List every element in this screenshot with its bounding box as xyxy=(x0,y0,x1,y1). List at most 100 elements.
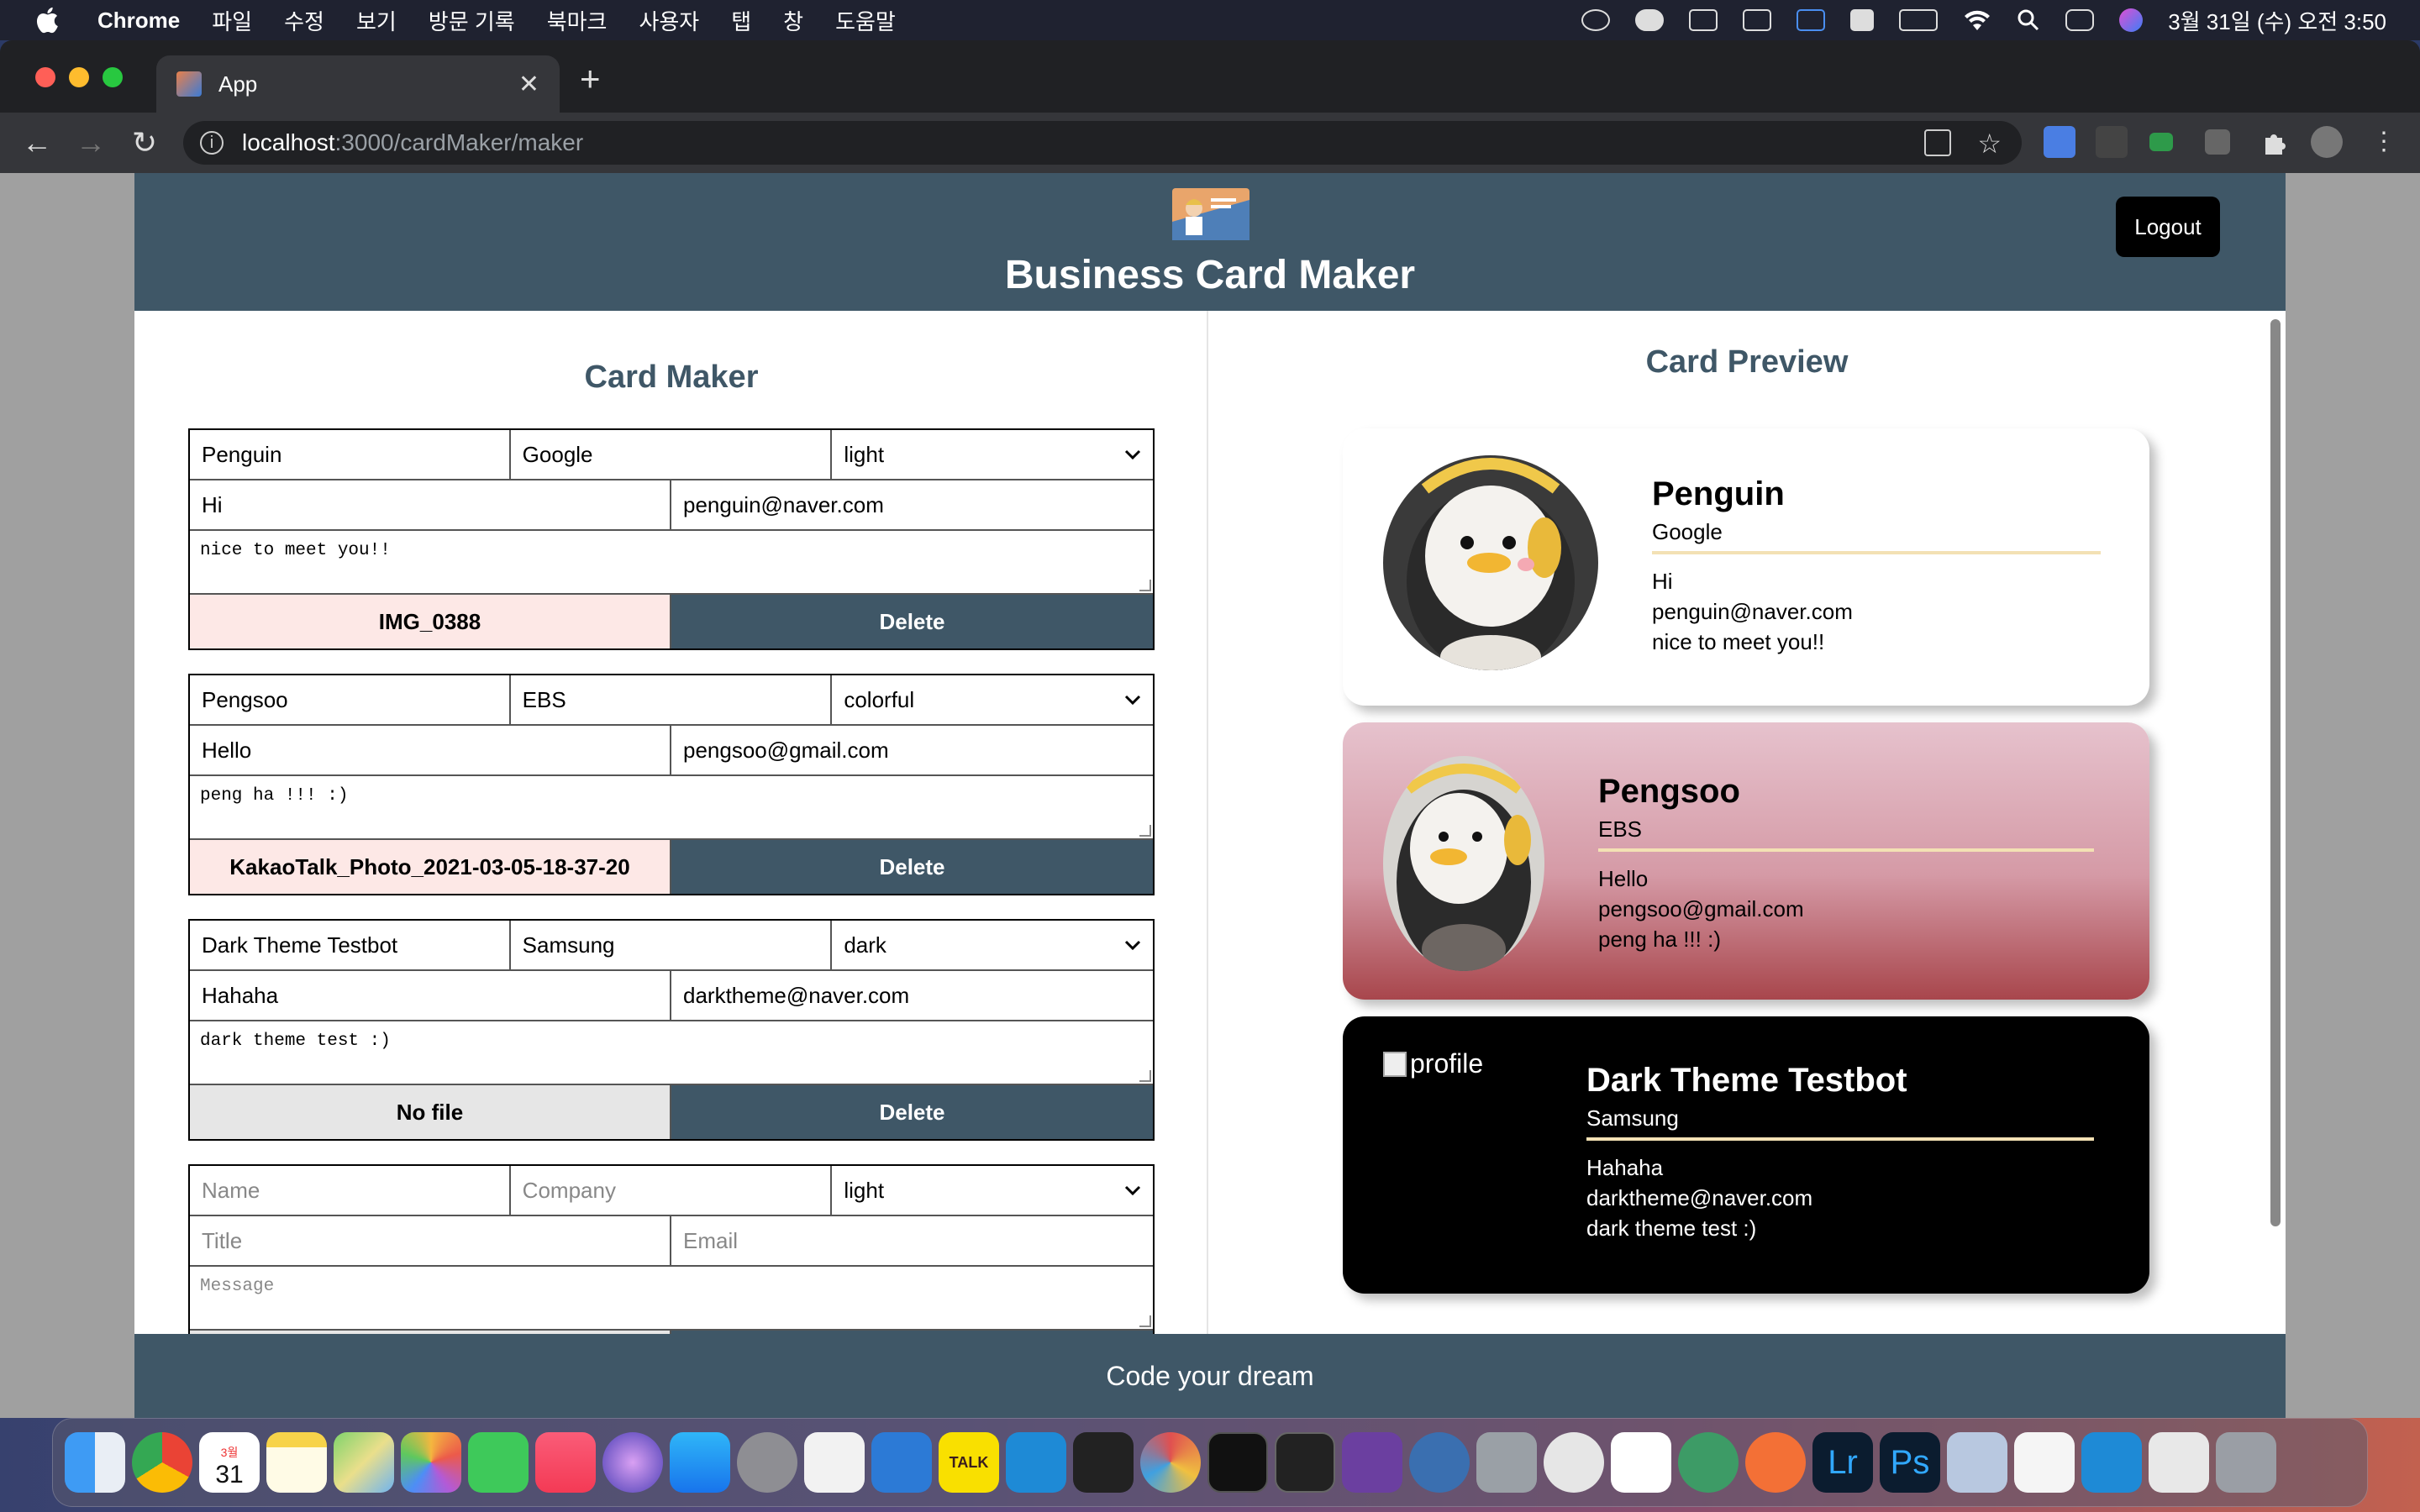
menu-clock[interactable]: 3월 31일 (수) 오전 3:50 xyxy=(2168,5,2386,36)
system-preferences-icon[interactable] xyxy=(737,1432,797,1493)
tab-app[interactable]: App ✕ xyxy=(156,55,560,113)
menu-help[interactable]: 도움말 xyxy=(835,5,896,36)
kakaotalk-icon[interactable]: TALK xyxy=(939,1432,999,1493)
control-center-icon[interactable] xyxy=(2065,9,2095,31)
profile-avatar[interactable] xyxy=(2311,126,2343,158)
notes-icon[interactable] xyxy=(266,1432,327,1493)
input-source-icon[interactable] xyxy=(1850,9,1875,31)
file-upload-button[interactable]: No file xyxy=(190,1085,671,1139)
name-input[interactable]: Dark Theme Testbot xyxy=(190,921,511,969)
title-input[interactable]: Title xyxy=(190,1216,671,1265)
chrome-menu-icon[interactable]: ⋮ xyxy=(2371,126,2396,158)
translate-icon[interactable] xyxy=(1924,129,1951,156)
search-icon[interactable] xyxy=(2017,8,2040,32)
vscode-icon[interactable] xyxy=(1006,1432,1066,1493)
chrome-icon[interactable] xyxy=(132,1432,192,1493)
menu-history[interactable]: 방문 기록 xyxy=(429,5,515,36)
message-textarea[interactable]: Message xyxy=(190,1267,1153,1331)
back-button[interactable]: ← xyxy=(20,125,54,160)
theme-select[interactable]: colorful xyxy=(832,675,1153,724)
vscode-2-icon[interactable] xyxy=(2081,1432,2142,1493)
siri-icon[interactable] xyxy=(2119,8,2144,32)
textedit-icon[interactable] xyxy=(804,1432,865,1493)
facetime-icon[interactable] xyxy=(468,1432,529,1493)
gear-app-icon[interactable] xyxy=(1409,1432,1470,1493)
finder-icon[interactable] xyxy=(65,1432,125,1493)
menu-profiles[interactable]: 사용자 xyxy=(639,5,699,36)
postman-icon[interactable] xyxy=(1745,1432,1806,1493)
downloads-stack-icon[interactable] xyxy=(2149,1432,2209,1493)
zoom-window-button[interactable] xyxy=(103,67,123,87)
forward-button[interactable]: → xyxy=(74,125,108,160)
company-input[interactable]: Google xyxy=(511,430,833,479)
menu-tab[interactable]: 탭 xyxy=(731,5,751,36)
title-input[interactable]: Hahaha xyxy=(190,971,671,1020)
reload-button[interactable]: ↻ xyxy=(128,125,161,160)
delete-button[interactable]: Delete xyxy=(671,595,1153,648)
theme-select[interactable]: dark xyxy=(832,921,1153,969)
apple-menu-icon[interactable] xyxy=(34,5,64,35)
terminal-icon[interactable] xyxy=(1207,1432,1268,1493)
cloud-icon[interactable] xyxy=(1635,9,1665,31)
resize-grip-icon[interactable] xyxy=(1139,580,1151,591)
photoshop-icon[interactable]: Ps xyxy=(1880,1432,1940,1493)
davinci-resolve-icon[interactable] xyxy=(1140,1432,1201,1493)
calendar-icon[interactable]: 3월 31 xyxy=(199,1432,260,1493)
photos-icon[interactable] xyxy=(401,1432,461,1493)
menu-app-name[interactable]: Chrome xyxy=(97,8,180,34)
resize-grip-icon[interactable] xyxy=(1139,1070,1151,1082)
delete-button[interactable]: Delete xyxy=(671,840,1153,894)
title-input[interactable]: Hi xyxy=(190,480,671,529)
menu-window[interactable]: 창 xyxy=(783,5,803,36)
file-upload-button[interactable]: KakaoTalk_Photo_2021-03-05-18-37-20 xyxy=(190,840,671,894)
close-window-button[interactable] xyxy=(35,67,55,87)
maps-icon[interactable] xyxy=(334,1432,394,1493)
creative-cloud-icon[interactable] xyxy=(1581,9,1611,31)
message-textarea[interactable]: peng ha !!! :) xyxy=(190,776,1153,840)
title-input[interactable]: Hello xyxy=(190,726,671,774)
company-input[interactable]: EBS xyxy=(511,675,833,724)
theme-select[interactable]: light xyxy=(832,1166,1153,1215)
terminal-2-icon[interactable] xyxy=(1275,1432,1335,1493)
company-input[interactable]: Company xyxy=(511,1166,833,1215)
gray-extension-icon[interactable] xyxy=(2205,129,2230,155)
file-upload-button[interactable]: IMG_0388 xyxy=(190,595,671,648)
name-input[interactable]: Pengsoo xyxy=(190,675,511,724)
quicktime-icon[interactable] xyxy=(1544,1432,1604,1493)
email-input[interactable]: pengsoo@gmail.com xyxy=(671,726,1153,774)
name-input[interactable]: Name xyxy=(190,1166,511,1215)
extensions-puzzle-icon[interactable] xyxy=(2259,126,2291,158)
delete-button[interactable]: Delete xyxy=(671,1085,1153,1139)
github-desktop-icon[interactable] xyxy=(1342,1432,1402,1493)
resize-grip-icon[interactable] xyxy=(1139,825,1151,837)
preview-scrollbar[interactable] xyxy=(2270,319,2281,1226)
green-extension-icon[interactable] xyxy=(2149,133,2173,151)
window-icon[interactable] xyxy=(1743,9,1772,31)
message-textarea[interactable]: nice to meet you!! xyxy=(190,531,1153,595)
minimize-window-button[interactable] xyxy=(69,67,89,87)
final-cut-icon[interactable] xyxy=(1073,1432,1134,1493)
translate-extension-icon[interactable] xyxy=(2044,126,2075,158)
resize-grip-icon[interactable] xyxy=(1139,1315,1151,1327)
notion-icon[interactable] xyxy=(1611,1432,1671,1493)
email-input[interactable]: darktheme@naver.com xyxy=(671,971,1153,1020)
menu-file[interactable]: 파일 xyxy=(212,5,252,36)
trash-icon[interactable] xyxy=(2216,1432,2276,1493)
company-input[interactable]: Samsung xyxy=(511,921,833,969)
music-icon[interactable] xyxy=(535,1432,596,1493)
preview-app-icon[interactable] xyxy=(1947,1432,2007,1493)
atom-icon[interactable] xyxy=(1678,1432,1739,1493)
theme-select[interactable]: light xyxy=(832,430,1153,479)
email-input[interactable]: Email xyxy=(671,1216,1153,1265)
battery-icon[interactable] xyxy=(1899,9,1939,31)
siri-app-icon[interactable] xyxy=(602,1432,663,1493)
message-textarea[interactable]: dark theme test :) xyxy=(190,1021,1153,1085)
email-input[interactable]: penguin@naver.com xyxy=(671,480,1153,529)
logout-button[interactable]: Logout xyxy=(2116,197,2220,257)
close-tab-icon[interactable]: ✕ xyxy=(518,70,539,99)
bookmark-star-icon[interactable]: ☆ xyxy=(1977,128,2002,160)
address-bar[interactable]: i localhost:3000/cardMaker/maker ☆ xyxy=(183,121,2022,165)
app-store-icon[interactable] xyxy=(670,1432,730,1493)
screen-icon[interactable] xyxy=(1797,9,1826,31)
wifi-icon[interactable] xyxy=(1963,8,1991,32)
